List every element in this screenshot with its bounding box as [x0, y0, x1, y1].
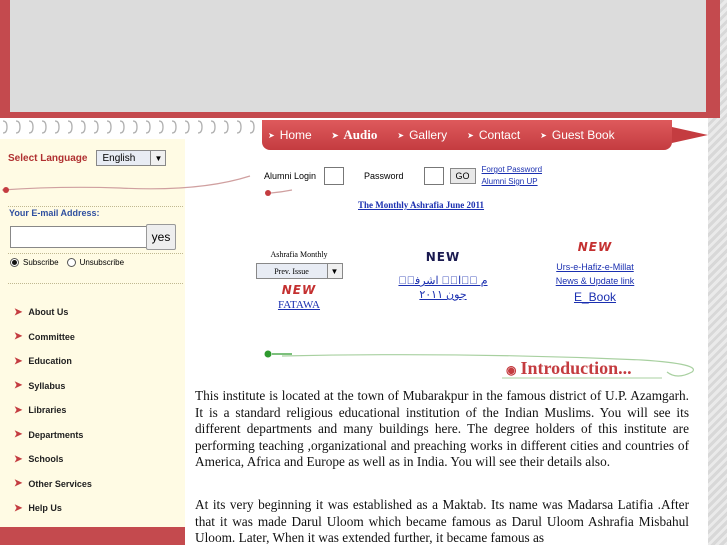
- subscribe-radio[interactable]: [10, 258, 19, 267]
- nav-guest-book-label: Guest Book: [551, 128, 615, 142]
- sidebar-item-departments[interactable]: ➤ Departments: [14, 423, 92, 448]
- introduction-title-text: Introduction...: [520, 358, 632, 378]
- go-button[interactable]: GO: [449, 168, 476, 184]
- intro-paragraph: At its very beginning it was established…: [195, 497, 689, 545]
- header-banner-frame: [0, 0, 720, 118]
- sidebar-footer-bar: [0, 527, 185, 545]
- introduction-heading: ◉ Introduction...: [506, 358, 632, 379]
- triangle-bullet-icon: ➤: [14, 478, 23, 490]
- forgot-password-link[interactable]: Forgot Password: [482, 164, 542, 176]
- sidebar-item-label: Education: [28, 356, 72, 367]
- nav-audio[interactable]: ➤ Audio: [332, 127, 378, 143]
- alumni-login-form: Alumni Login Password GO Forgot Password…: [264, 164, 542, 188]
- subscribe-label: Subscribe: [23, 258, 59, 267]
- triangle-bullet-icon: ➤: [14, 404, 23, 416]
- sidebar-item-label: Committee: [28, 331, 75, 342]
- urdu-date: جون ۲۰۱۱: [419, 289, 467, 301]
- language-dropdown[interactable]: English ▼: [96, 150, 167, 166]
- triangle-bullet-icon: ➤: [14, 331, 23, 343]
- unsubscribe-label: Unsubscribe: [79, 258, 125, 267]
- new-badge: NEW: [425, 250, 461, 264]
- yes-button[interactable]: yes: [146, 224, 176, 250]
- nav-gallery[interactable]: ➤ Gallery: [397, 128, 447, 142]
- language-label: Select Language: [8, 152, 88, 164]
- chevron-down-icon: ▼: [326, 264, 342, 278]
- subscribe-options: Subscribe Unsubscribe: [10, 258, 124, 267]
- divider: [8, 253, 183, 254]
- nav-audio-label: Audio: [343, 127, 378, 142]
- urdu-title: م ٰ⃞ام⃞ اشرفی⃞: [398, 275, 488, 287]
- sidebar-item-syllabus[interactable]: ➤ Syllabus: [14, 374, 92, 399]
- triangle-bullet-icon: ➤: [14, 355, 23, 367]
- issue-selected-value: Prev. Issue: [274, 266, 309, 276]
- alumni-login-input[interactable]: [324, 167, 345, 185]
- sidebar-item-libraries[interactable]: ➤ Libraries: [14, 398, 92, 423]
- issue-dropdown[interactable]: Prev. Issue ▼: [255, 263, 343, 279]
- header-banner: [10, 0, 706, 112]
- nav-arrow-icon: ➤: [268, 130, 275, 140]
- urdu-monthly-block: NEW م ٰ⃞ام⃞ اشرفی⃞ جون ۲۰۱۱: [388, 250, 498, 302]
- ashrafia-monthly-label: Ashrafia Monthly: [270, 250, 328, 259]
- monthly-ashrafia-link[interactable]: The Monthly Ashrafia June 2011: [358, 200, 484, 210]
- swirl-decoration: [1, 175, 251, 193]
- nav-arrow-icon: ➤: [467, 130, 474, 140]
- news-update-link[interactable]: News & Update link: [545, 274, 645, 288]
- unsubscribe-radio[interactable]: [66, 258, 76, 267]
- language-selector: Select Language English ▼: [8, 150, 167, 166]
- nav-home-label: Home: [279, 128, 312, 142]
- fatawa-link[interactable]: FATAWA: [254, 299, 344, 311]
- language-selected-value: English: [102, 152, 136, 164]
- email-label: Your E-mail Address:: [9, 208, 100, 218]
- urs-block: NEW Urs-e-Hafiz-e-Millat News & Update l…: [545, 240, 645, 304]
- spiral-binding-decoration: [2, 120, 255, 134]
- sidebar-item-label: Departments: [28, 429, 84, 440]
- sidebar-item-label: Schools: [28, 454, 64, 465]
- nav-home[interactable]: ➤ Home: [268, 128, 312, 142]
- sidebar-item-committee[interactable]: ➤ Committee: [14, 325, 92, 350]
- sidebar-item-label: Libraries: [28, 405, 67, 416]
- password-input[interactable]: [423, 167, 444, 185]
- nav-guest-book[interactable]: ➤ Guest Book: [540, 128, 614, 142]
- nav-arrow-icon: ➤: [331, 130, 339, 140]
- new-badge: NEW: [281, 283, 317, 297]
- nav-arrow-icon: ➤: [540, 130, 547, 140]
- triangle-bullet-icon: ➤: [14, 502, 23, 514]
- sidebar-item-label: Other Services: [28, 478, 92, 489]
- triangle-bullet-icon: ➤: [14, 380, 23, 392]
- triangle-bullet-icon: ➤: [14, 429, 23, 441]
- chevron-down-icon: ▼: [150, 151, 166, 165]
- sidebar-item-label: Syllabus: [28, 380, 66, 391]
- nav-gallery-label: Gallery: [409, 128, 448, 142]
- nav-arrow-icon: ➤: [397, 130, 405, 140]
- divider: [8, 206, 183, 207]
- ebook-link[interactable]: E_Book: [545, 290, 645, 304]
- main-navigation: ➤ Home ➤ Audio ➤ Gallery ➤ Contact ➤ Guest Bo…: [262, 120, 672, 150]
- swirl-decoration: [264, 350, 694, 379]
- swirl-decoration: [265, 189, 293, 196]
- password-label: Password: [364, 171, 404, 181]
- urs-link[interactable]: Urs-e-Hafiz-e-Millat: [545, 260, 645, 274]
- alumni-links: Forgot Password Alumni Sign UP: [482, 164, 542, 188]
- nav-contact[interactable]: ➤ Contact: [467, 128, 520, 142]
- sidebar-item-label: Help Us: [28, 503, 62, 514]
- sidebar-item-schools[interactable]: ➤ Schools: [14, 447, 92, 472]
- triangle-bullet-icon: ➤: [14, 306, 23, 318]
- ashrafia-monthly-block: Ashrafia Monthly Prev. Issue ▼ NEW FATAW…: [254, 250, 344, 311]
- urdu-monthly-link[interactable]: م ٰ⃞ام⃞ اشرفی⃞ جون ۲۰۱۱: [388, 274, 498, 302]
- alumni-signup-link[interactable]: Alumni Sign UP: [482, 176, 542, 188]
- divider: [8, 283, 183, 284]
- sidebar-item-about-us[interactable]: ➤ About Us: [14, 300, 92, 325]
- intro-paragraph: This institute is located at the town of…: [195, 388, 689, 469]
- bullet-icon: ◉: [506, 363, 517, 377]
- new-badge: NEW: [577, 240, 613, 254]
- sidebar-item-label: About Us: [28, 307, 69, 318]
- pencil-tip-icon: [672, 127, 708, 143]
- triangle-bullet-icon: ➤: [14, 453, 23, 465]
- sidebar-item-other-services[interactable]: ➤ Other Services: [14, 472, 92, 497]
- sidebar-item-education[interactable]: ➤ Education: [14, 349, 92, 374]
- sidebar-menu: ➤ About Us ➤ Committee ➤ Education ➤ Syllabu…: [14, 300, 92, 521]
- sidebar-item-help-us[interactable]: ➤ Help Us: [14, 496, 92, 521]
- nav-contact-label: Contact: [478, 128, 521, 142]
